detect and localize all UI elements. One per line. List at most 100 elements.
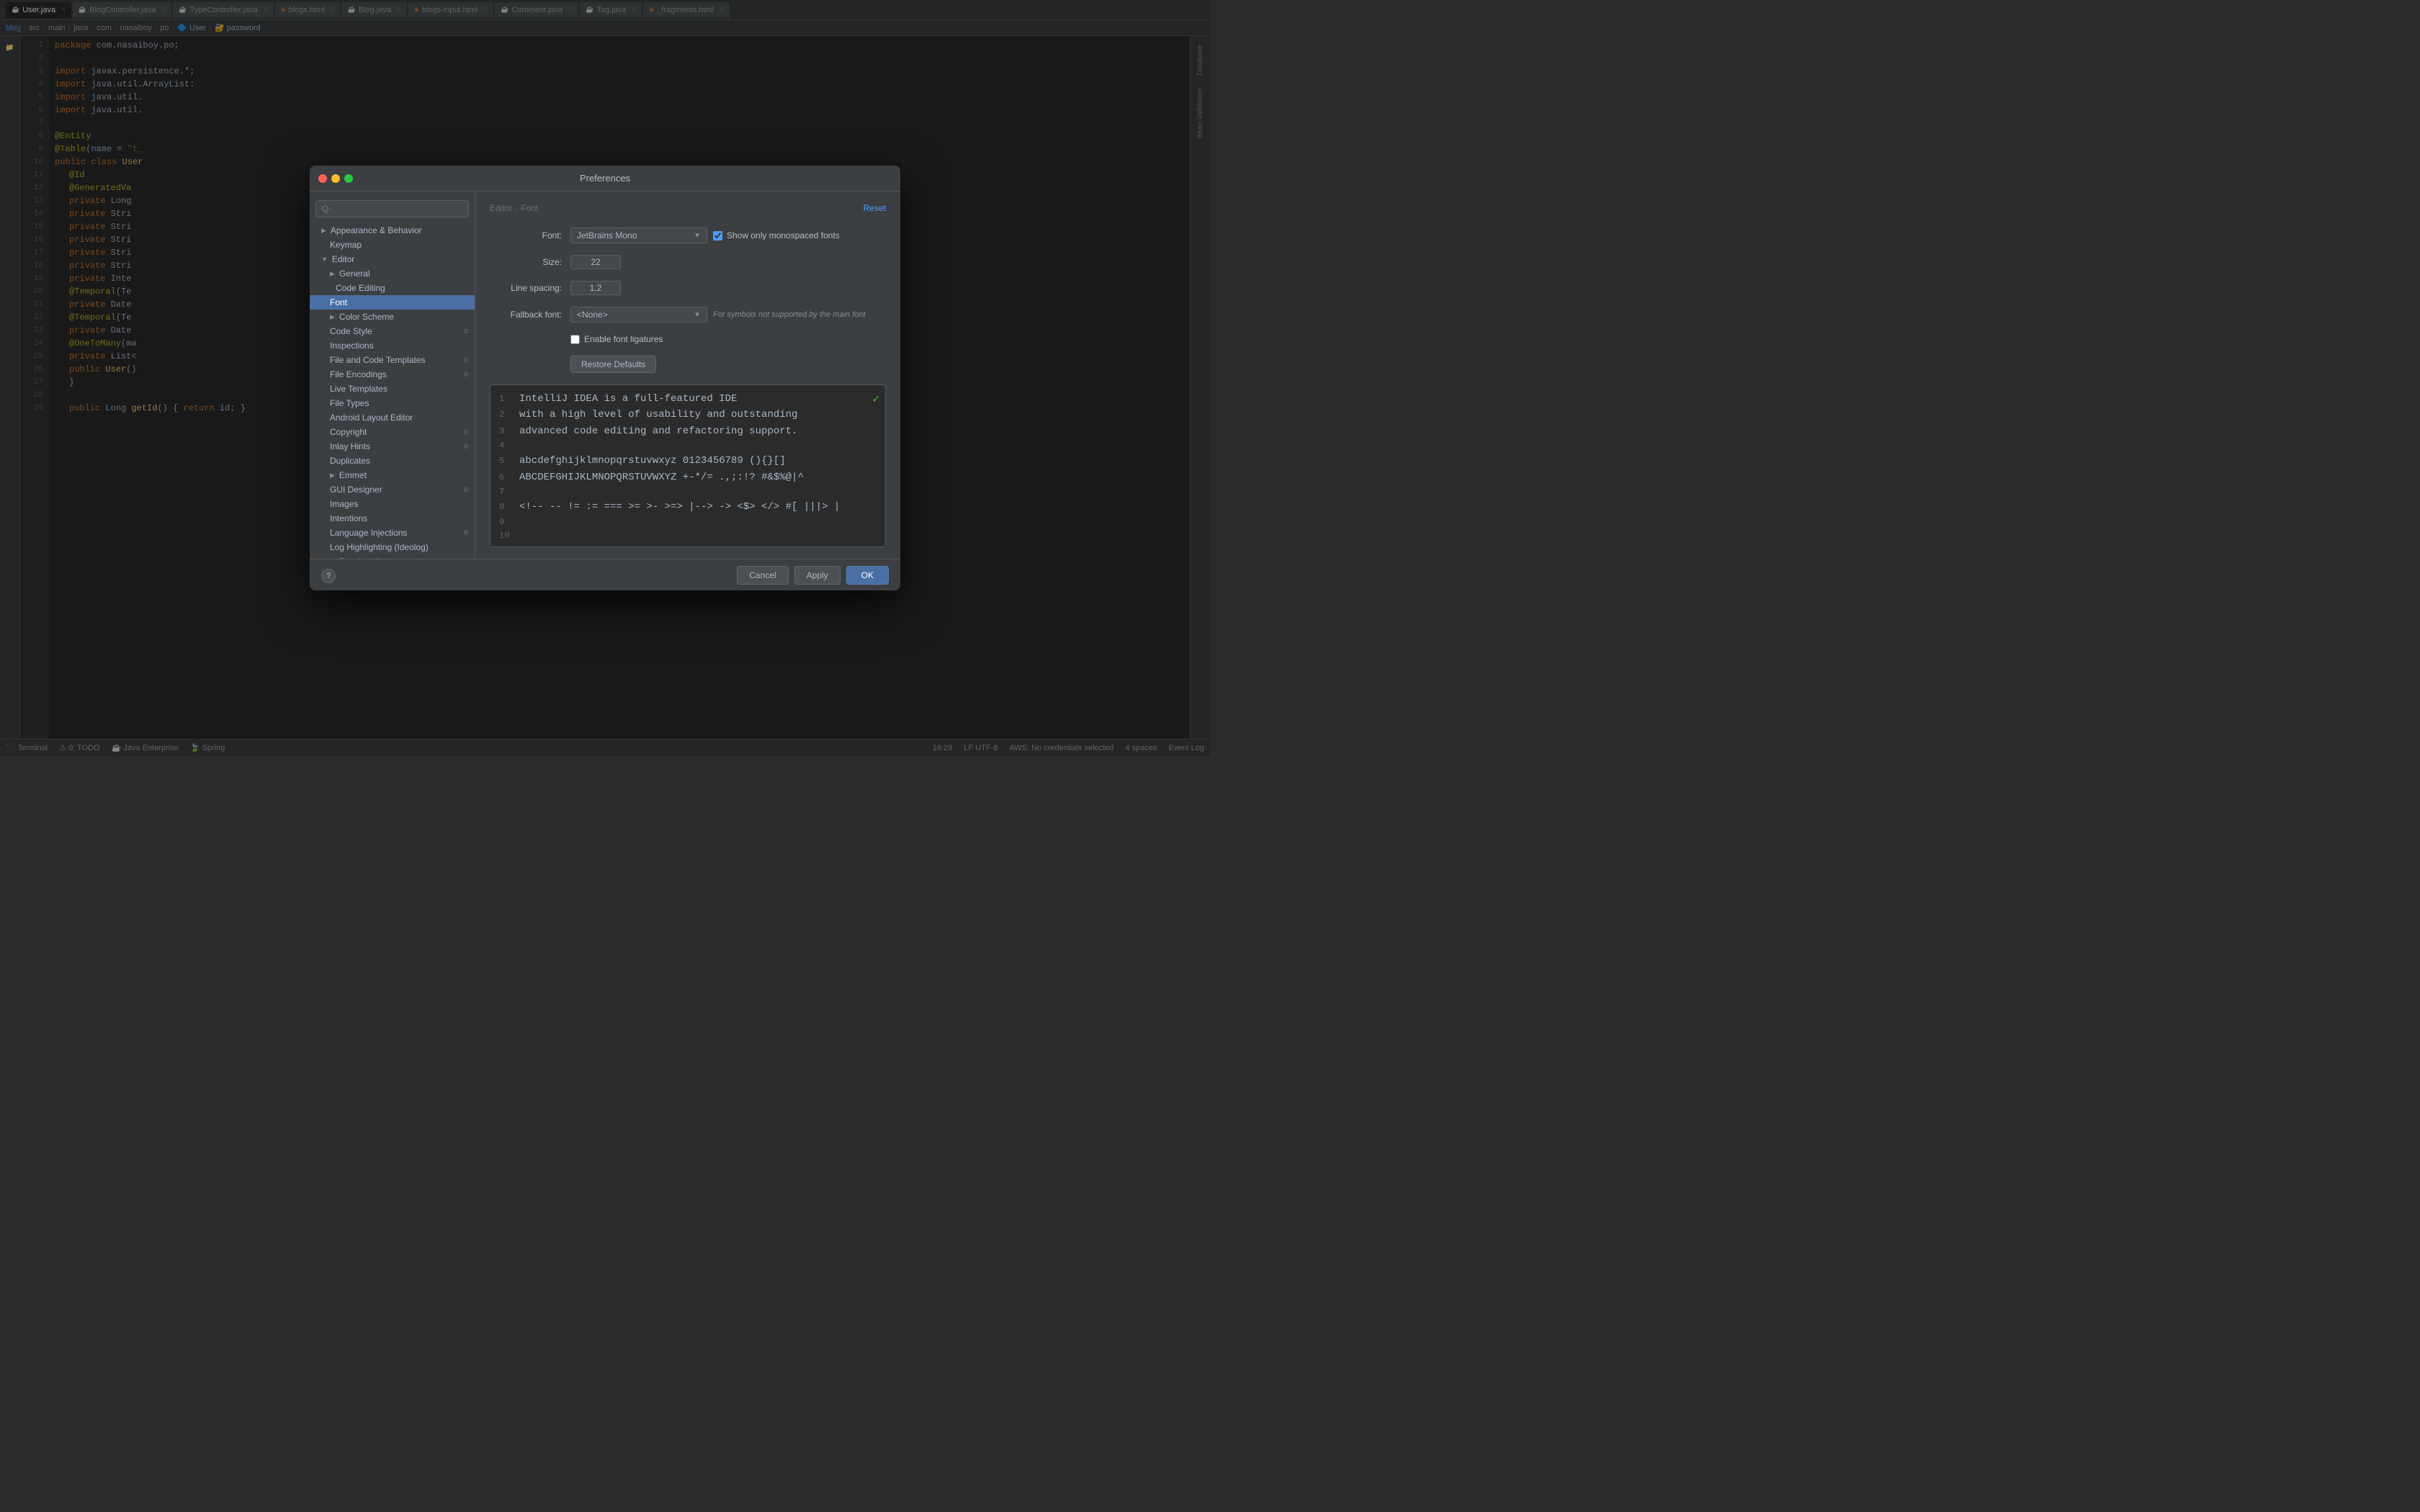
sidebar-item-language-injections-label: Language Injections	[330, 528, 407, 538]
preview-text-2: with a high level of usability and outst…	[519, 407, 797, 423]
sidebar-item-appearance-label: Appearance & Behavior	[331, 225, 422, 235]
fallback-font-row: Fallback font: <None> ▼ For symbols not …	[490, 307, 886, 323]
ligatures-checkbox[interactable]	[570, 335, 580, 344]
restore-defaults-button[interactable]: Restore Defaults	[570, 356, 656, 373]
modal-overlay: Preferences Appearance & Behavior Keymap…	[0, 0, 1210, 756]
monospace-checkbox[interactable]	[713, 231, 722, 240]
font-value: JetBrains Mono	[577, 230, 637, 240]
sidebar-item-android-layout-editor-label: Android Layout Editor	[330, 413, 413, 423]
preferences-content: Editor › Font Reset Font: JetBrains Mono…	[475, 192, 900, 559]
preview-line-10: 10	[499, 529, 877, 543]
preview-line-3: 3 advanced code editing and refactoring …	[499, 423, 877, 439]
preferences-header: Editor › Font Reset	[490, 203, 886, 213]
sidebar-item-images-label: Images	[330, 499, 358, 509]
sidebar-item-file-types-label: File Types	[330, 398, 369, 408]
sidebar-item-images[interactable]: Images	[310, 497, 475, 511]
dialog-title-bar: Preferences	[310, 166, 900, 192]
sidebar-item-log-highlighting[interactable]: Log Highlighting (Ideolog)	[310, 540, 475, 554]
sidebar-item-editor[interactable]: Editor	[310, 252, 475, 266]
sidebar-item-log-highlighting-label: Log Highlighting (Ideolog)	[330, 542, 429, 552]
fallback-font-hint: For symbols not supported by the main fo…	[713, 310, 866, 319]
restore-defaults-row: Restore Defaults	[490, 356, 886, 373]
line-spacing-input[interactable]	[570, 281, 621, 295]
dialog-body: Appearance & Behavior Keymap Editor Gene…	[310, 192, 900, 559]
pref-breadcrumb: Editor › Font	[490, 203, 538, 213]
sidebar-item-emmet-label: Emmet	[339, 470, 367, 480]
gui-designer-icon: ⚙	[463, 486, 469, 494]
fallback-dropdown-arrow: ▼	[694, 311, 701, 319]
sidebar-item-inlay-hints-label: Inlay Hints	[330, 441, 370, 451]
sidebar-item-intentions[interactable]: Intentions	[310, 511, 475, 526]
file-templates-icon: ⚙	[463, 356, 469, 364]
code-style-icon: ⚙	[463, 328, 469, 336]
preview-line-6: 6 ABCDEFGHIJKLMNOPQRSTUVWXYZ +-*/= .,;:!…	[499, 469, 877, 485]
window-controls	[318, 174, 353, 183]
line-spacing-row: Line spacing:	[490, 281, 886, 295]
preview-line-5: 5 abcdefghijklmnopqrstuvwxyz 0123456789 …	[499, 453, 877, 469]
sidebar-item-copyright[interactable]: Copyright ⚙	[310, 425, 475, 439]
sidebar-item-gui-designer[interactable]: GUI Designer ⚙	[310, 482, 475, 497]
sidebar-item-duplicates[interactable]: Duplicates	[310, 454, 475, 468]
dialog-footer: ? Cancel Apply OK	[310, 559, 900, 590]
preview-text-6: ABCDEFGHIJKLMNOPQRSTUVWXYZ +-*/= .,;:!? …	[519, 469, 804, 485]
sidebar-item-general[interactable]: General	[310, 266, 475, 281]
fallback-font-value: <None>	[577, 310, 608, 320]
preferences-dialog: Preferences Appearance & Behavior Keymap…	[310, 166, 900, 590]
breadcrumb-arrow: ›	[515, 203, 518, 213]
ligatures-row: Enable font ligatures	[490, 334, 886, 344]
sidebar-item-file-types[interactable]: File Types	[310, 396, 475, 410]
fallback-font-label: Fallback font:	[490, 310, 562, 320]
sidebar-item-language-injections[interactable]: Language Injections ⚙	[310, 526, 475, 540]
size-input[interactable]	[570, 255, 621, 269]
inlay-hints-icon: ⚙	[463, 443, 469, 451]
pref-breadcrumb-section: Editor	[490, 203, 512, 213]
monospace-checkbox-row: Show only monospaced fonts	[713, 230, 840, 240]
sidebar-item-font[interactable]: Font	[310, 295, 475, 310]
cancel-button[interactable]: Cancel	[737, 566, 788, 585]
ligatures-label: Enable font ligatures	[584, 334, 663, 344]
sidebar-item-code-style[interactable]: Code Style ⚙	[310, 324, 475, 338]
preview-text-8: <!-- -- != := === >= >- >=> |--> -> <$> …	[519, 499, 840, 515]
sidebar-item-editor-label: Editor	[332, 254, 354, 264]
preferences-sidebar: Appearance & Behavior Keymap Editor Gene…	[310, 192, 475, 559]
preview-line-2: 2 with a high level of usability and out…	[499, 407, 877, 423]
preview-line-8: 8 <!-- -- != := === >= >- >=> |--> -> <$…	[499, 499, 877, 515]
file-encodings-icon: ⚙	[463, 371, 469, 379]
window-close-button[interactable]	[318, 174, 327, 183]
preview-text-5: abcdefghijklmnopqrstuvwxyz 0123456789 ()…	[519, 453, 786, 469]
sidebar-item-live-templates[interactable]: Live Templates	[310, 382, 475, 396]
sidebar-item-inspections[interactable]: Inspections	[310, 338, 475, 353]
apply-button[interactable]: Apply	[794, 566, 841, 585]
sidebar-item-color-scheme-label: Color Scheme	[339, 312, 394, 322]
sidebar-item-color-scheme[interactable]: Color Scheme	[310, 310, 475, 324]
fallback-font-control: <None> ▼ For symbols not supported by th…	[570, 307, 866, 323]
sidebar-item-code-editing-label: Code Editing	[336, 283, 385, 293]
font-select[interactable]: JetBrains Mono ▼	[570, 228, 707, 243]
line-spacing-label: Line spacing:	[490, 283, 562, 293]
sidebar-item-copyright-label: Copyright	[330, 427, 367, 437]
copyright-icon: ⚙	[463, 428, 469, 436]
sidebar-item-appearance[interactable]: Appearance & Behavior	[310, 223, 475, 238]
fallback-font-select[interactable]: <None> ▼	[570, 307, 707, 323]
sidebar-item-keymap[interactable]: Keymap	[310, 238, 475, 252]
sidebar-item-file-encodings[interactable]: File Encodings ⚙	[310, 367, 475, 382]
window-maximize-button[interactable]	[344, 174, 353, 183]
sidebar-item-gui-designer-label: GUI Designer	[330, 485, 382, 495]
sidebar-item-android-layout-editor[interactable]: Android Layout Editor	[310, 410, 475, 425]
sidebar-item-file-code-templates[interactable]: File and Code Templates ⚙	[310, 353, 475, 367]
sidebar-item-inspections-label: Inspections	[330, 341, 374, 351]
sidebar-item-code-editing[interactable]: Code Editing	[310, 281, 475, 295]
preview-text-1: IntelliJ IDEA is a full-featured IDE	[519, 391, 737, 407]
sidebar-item-emmet[interactable]: Emmet	[310, 468, 475, 482]
sidebar-item-inlay-hints[interactable]: Inlay Hints ⚙	[310, 439, 475, 454]
preferences-search-input[interactable]	[315, 200, 469, 217]
size-label: Size:	[490, 257, 562, 267]
font-dropdown-arrow: ▼	[694, 232, 701, 240]
reset-button[interactable]: Reset	[864, 203, 886, 213]
ok-button[interactable]: OK	[846, 566, 889, 585]
preview-text-3: advanced code editing and refactoring su…	[519, 423, 797, 439]
window-minimize-button[interactable]	[331, 174, 340, 183]
help-button[interactable]: ?	[321, 569, 336, 583]
sidebar-item-intentions-label: Intentions	[330, 513, 367, 523]
sidebar-item-file-encodings-label: File Encodings	[330, 369, 387, 379]
